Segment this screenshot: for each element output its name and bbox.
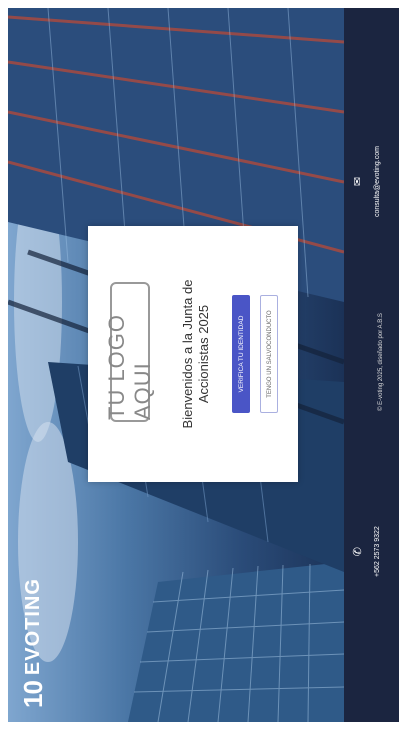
verify-identity-button[interactable]: VERIFICA TU IDENTIDAD	[232, 295, 250, 413]
footer-phone: ✆ +562 2573 9322	[352, 526, 381, 577]
brand-mark: 10	[18, 681, 48, 708]
footer-email: ✉ consulta@evoting.com	[352, 146, 381, 217]
logo-placeholder: TU LOGO AQUI	[104, 282, 155, 422]
welcome-line-2: Accionistas 2025	[196, 304, 211, 404]
brand-name: EVOTING	[22, 578, 44, 676]
rotated-page: 10 EVOTING TU LOGO AQUI Bienvenidos a la…	[8, 8, 399, 722]
envelope-icon: ✉	[352, 176, 364, 187]
welcome-line-1: Bienvenidos a la Junta de	[180, 279, 195, 429]
welcome-card: TU LOGO AQUI Bienvenidos a la Junta de A…	[88, 226, 298, 482]
footer: ✆ +562 2573 9322 © E-voting 2025, diseña…	[344, 8, 399, 722]
phone-icon: ✆	[352, 546, 364, 557]
safe-conduct-button[interactable]: TENGO UN SALVOCONDUCTO	[260, 295, 278, 413]
background-photo: 10 EVOTING TU LOGO AQUI Bienvenidos a la…	[8, 8, 344, 722]
email-address[interactable]: consulta@evoting.com	[374, 146, 381, 217]
copyright: © E-voting 2025, diseñado por A.B.S	[378, 313, 384, 411]
phone-number[interactable]: +562 2573 9322	[374, 526, 381, 577]
welcome-heading: Bienvenidos a la Junta de Accionistas 20…	[180, 246, 212, 462]
evoting-logo: 10 EVOTING	[18, 578, 49, 708]
